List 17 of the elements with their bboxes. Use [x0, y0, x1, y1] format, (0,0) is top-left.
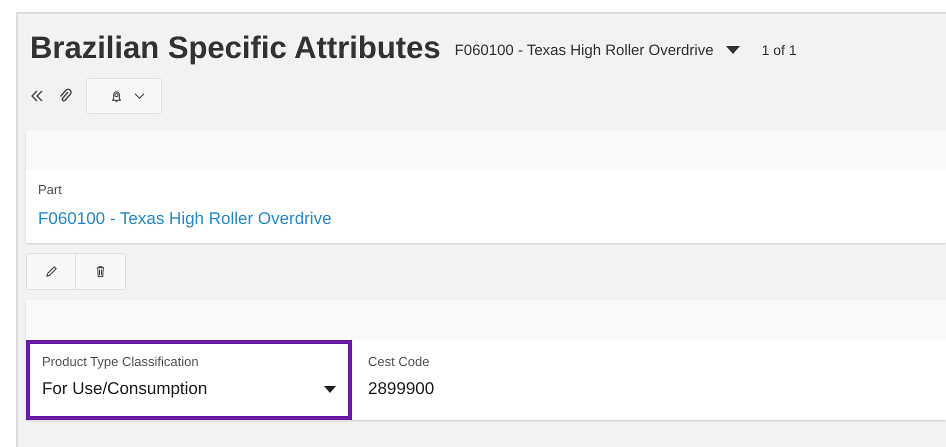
record-pager: 1 of 1: [762, 41, 797, 58]
trash-icon: [94, 265, 107, 278]
field-label: Part: [38, 182, 63, 197]
record-selector[interactable]: F060100 - Texas High Roller Overdrive: [454, 38, 740, 58]
part-link[interactable]: F060100 - Texas High Roller Overdrive: [38, 209, 934, 229]
delete-button[interactable]: [76, 253, 126, 290]
caret-icon: [726, 46, 740, 54]
dropdown-field[interactable]: Product Type Classification For Use/Consumption: [26, 340, 352, 420]
chevron-down-icon: [134, 92, 145, 100]
actions-menu-button[interactable]: [86, 78, 162, 114]
paperclip-icon[interactable]: [58, 88, 72, 104]
page-title: Brazilian Specific Attributes: [30, 30, 441, 66]
text-field[interactable]: Cest Code 2899900: [352, 340, 678, 420]
bell-icon: [109, 88, 124, 104]
caret-icon: [324, 386, 336, 392]
pencil-icon: [44, 265, 58, 278]
collapse-icon[interactable]: [30, 89, 44, 103]
